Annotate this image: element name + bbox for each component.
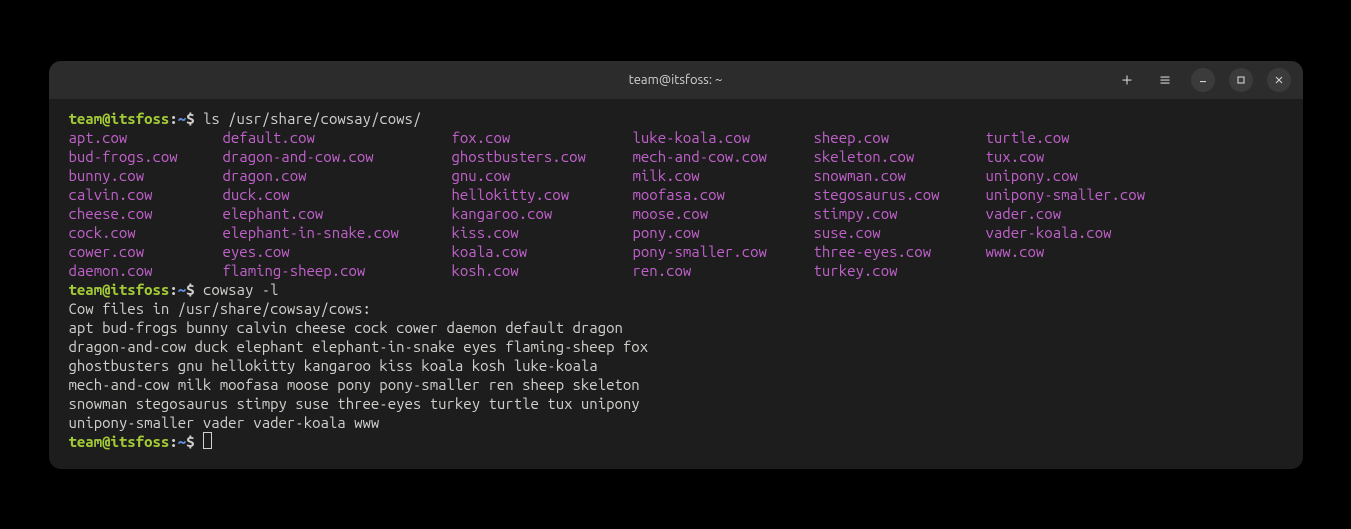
- ls-file: turkey.cow: [814, 261, 986, 280]
- ls-file: calvin.cow: [69, 185, 223, 204]
- ls-file: moofasa.cow: [633, 185, 814, 204]
- ls-file: mech-and-cow.cow: [633, 147, 814, 166]
- prompt-user-host: team@itsfoss: [69, 281, 170, 298]
- ls-file: default.cow: [223, 128, 452, 147]
- ls-row: bud-frogs.cowdragon-and-cow.cowghostbust…: [69, 147, 1283, 166]
- menu-button[interactable]: [1153, 68, 1177, 92]
- ls-row: daemon.cowflaming-sheep.cowkosh.cowren.c…: [69, 261, 1283, 280]
- close-icon: [1273, 74, 1285, 86]
- prompt-user-host: team@itsfoss: [69, 433, 170, 450]
- ls-file: ghostbusters.cow: [452, 147, 633, 166]
- ls-file: suse.cow: [814, 223, 986, 242]
- ls-file: ren.cow: [633, 261, 814, 280]
- ls-file: eyes.cow: [223, 242, 452, 261]
- prompt-path: ~: [178, 433, 186, 450]
- ls-file: apt.cow: [69, 128, 223, 147]
- minimize-button[interactable]: [1191, 68, 1215, 92]
- ls-file: elephant-in-snake.cow: [223, 223, 452, 242]
- ls-file: kangaroo.cow: [452, 204, 633, 223]
- ls-file: dragon-and-cow.cow: [223, 147, 452, 166]
- ls-file: skeleton.cow: [814, 147, 986, 166]
- ls-file: bud-frogs.cow: [69, 147, 223, 166]
- ls-file: gnu.cow: [452, 166, 633, 185]
- ls-file: vader-koala.cow: [986, 223, 1112, 242]
- ls-file: vader.cow: [986, 204, 1062, 223]
- ls-file: bunny.cow: [69, 166, 223, 185]
- cowsay-output: Cow files in /usr/share/cowsay/cows:apt …: [69, 299, 1283, 432]
- ls-row: apt.cowdefault.cowfox.cowluke-koala.cows…: [69, 128, 1283, 147]
- ls-file: tux.cow: [986, 147, 1045, 166]
- prompt-symbol: $: [186, 281, 194, 298]
- prompt-symbol: $: [186, 433, 194, 450]
- output-line: dragon-and-cow duck elephant elephant-in…: [69, 337, 1283, 356]
- cursor: [203, 432, 212, 449]
- ls-file: milk.cow: [633, 166, 814, 185]
- prompt-colon: :: [169, 110, 177, 127]
- ls-file: kiss.cow: [452, 223, 633, 242]
- maximize-button[interactable]: [1229, 68, 1253, 92]
- ls-file: moose.cow: [633, 204, 814, 223]
- output-line: unipony-smaller vader vader-koala www: [69, 413, 1283, 432]
- output-line: ghostbusters gnu hellokitty kangaroo kis…: [69, 356, 1283, 375]
- command-text: ls /usr/share/cowsay/cows/: [195, 110, 422, 127]
- output-line: mech-and-cow milk moofasa moose pony pon…: [69, 375, 1283, 394]
- close-button[interactable]: [1267, 68, 1291, 92]
- ls-row: bunny.cowdragon.cowgnu.cowmilk.cowsnowma…: [69, 166, 1283, 185]
- ls-file: pony.cow: [633, 223, 814, 242]
- terminal-window: team@itsfoss: ~ team@itsfoss:~$ ls /usr/…: [49, 61, 1303, 469]
- ls-file: daemon.cow: [69, 261, 223, 280]
- ls-file: fox.cow: [452, 128, 633, 147]
- prompt-user-host: team@itsfoss: [69, 110, 170, 127]
- ls-row: cock.cowelephant-in-snake.cowkiss.cowpon…: [69, 223, 1283, 242]
- ls-file: three-eyes.cow: [814, 242, 986, 261]
- ls-file: cower.cow: [69, 242, 223, 261]
- ls-row: cheese.cowelephant.cowkangaroo.cowmoose.…: [69, 204, 1283, 223]
- ls-file: luke-koala.cow: [633, 128, 814, 147]
- ls-file: sheep.cow: [814, 128, 986, 147]
- output-line: Cow files in /usr/share/cowsay/cows:: [69, 299, 1283, 318]
- minimize-icon: [1197, 74, 1209, 86]
- ls-row: cower.coweyes.cowkoala.cowpony-smaller.c…: [69, 242, 1283, 261]
- command-text: cowsay -l: [195, 281, 279, 298]
- prompt-line: team@itsfoss:~$ cowsay -l: [69, 280, 1283, 299]
- maximize-icon: [1235, 74, 1247, 86]
- ls-row: calvin.cowduck.cowhellokitty.cowmoofasa.…: [69, 185, 1283, 204]
- prompt-colon: :: [169, 433, 177, 450]
- ls-file: elephant.cow: [223, 204, 452, 223]
- prompt-line: team@itsfoss:~$ ls /usr/share/cowsay/cow…: [69, 109, 1283, 128]
- ls-file: pony-smaller.cow: [633, 242, 814, 261]
- cursor-area: [195, 433, 212, 450]
- ls-file: stegosaurus.cow: [814, 185, 986, 204]
- hamburger-icon: [1159, 74, 1171, 86]
- terminal-body[interactable]: team@itsfoss:~$ ls /usr/share/cowsay/cow…: [49, 99, 1303, 469]
- new-tab-button[interactable]: [1115, 68, 1139, 92]
- ls-file: cock.cow: [69, 223, 223, 242]
- prompt-symbol: $: [186, 110, 194, 127]
- ls-file: koala.cow: [452, 242, 633, 261]
- ls-file: stimpy.cow: [814, 204, 986, 223]
- prompt-path: ~: [178, 281, 186, 298]
- output-line: apt bud-frogs bunny calvin cheese cock c…: [69, 318, 1283, 337]
- window-title: team@itsfoss: ~: [629, 73, 723, 87]
- ls-file: cheese.cow: [69, 204, 223, 223]
- titlebar: team@itsfoss: ~: [49, 61, 1303, 99]
- prompt-line: team@itsfoss:~$: [69, 432, 1283, 451]
- output-line: snowman stegosaurus stimpy suse three-ey…: [69, 394, 1283, 413]
- ls-file: flaming-sheep.cow: [223, 261, 452, 280]
- ls-file: unipony.cow: [986, 166, 1078, 185]
- titlebar-controls: [1115, 68, 1291, 92]
- ls-file: snowman.cow: [814, 166, 986, 185]
- ls-file: dragon.cow: [223, 166, 452, 185]
- ls-file: www.cow: [986, 242, 1045, 261]
- prompt-colon: :: [169, 281, 177, 298]
- plus-icon: [1121, 74, 1133, 86]
- ls-file: turtle.cow: [986, 128, 1070, 147]
- ls-output: apt.cowdefault.cowfox.cowluke-koala.cows…: [69, 128, 1283, 280]
- ls-file: hellokitty.cow: [452, 185, 633, 204]
- ls-file: kosh.cow: [452, 261, 633, 280]
- ls-file: unipony-smaller.cow: [986, 185, 1146, 204]
- prompt-path: ~: [178, 110, 186, 127]
- ls-file: duck.cow: [223, 185, 452, 204]
